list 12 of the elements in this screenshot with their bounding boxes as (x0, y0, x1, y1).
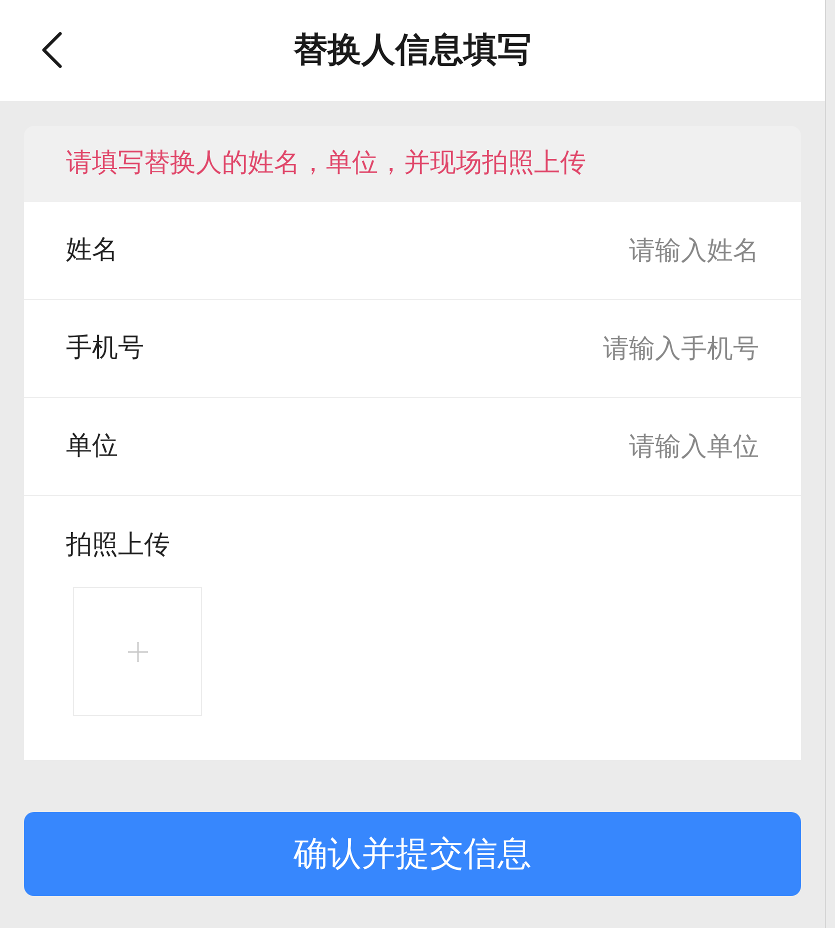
input-field[interactable]: 请输入姓名 (138, 230, 759, 270)
submit-button[interactable]: 确认并提交信息 (24, 812, 801, 896)
notice-text: 请填写替换人的姓名，单位，并现场拍照上传 (66, 148, 586, 180)
field-label: 姓名 (66, 234, 118, 266)
page-title: 替换人信息填写 (294, 30, 532, 71)
field-label: 单位 (66, 430, 118, 462)
input-field[interactable]: 请输入单位 (138, 426, 759, 466)
field-label: 手机号 (66, 332, 144, 364)
plus-icon (128, 642, 148, 662)
back-chevron-icon (42, 30, 62, 70)
input-field[interactable]: 请输入手机号 (164, 328, 759, 368)
upload-label: 拍照上传 (66, 530, 170, 562)
